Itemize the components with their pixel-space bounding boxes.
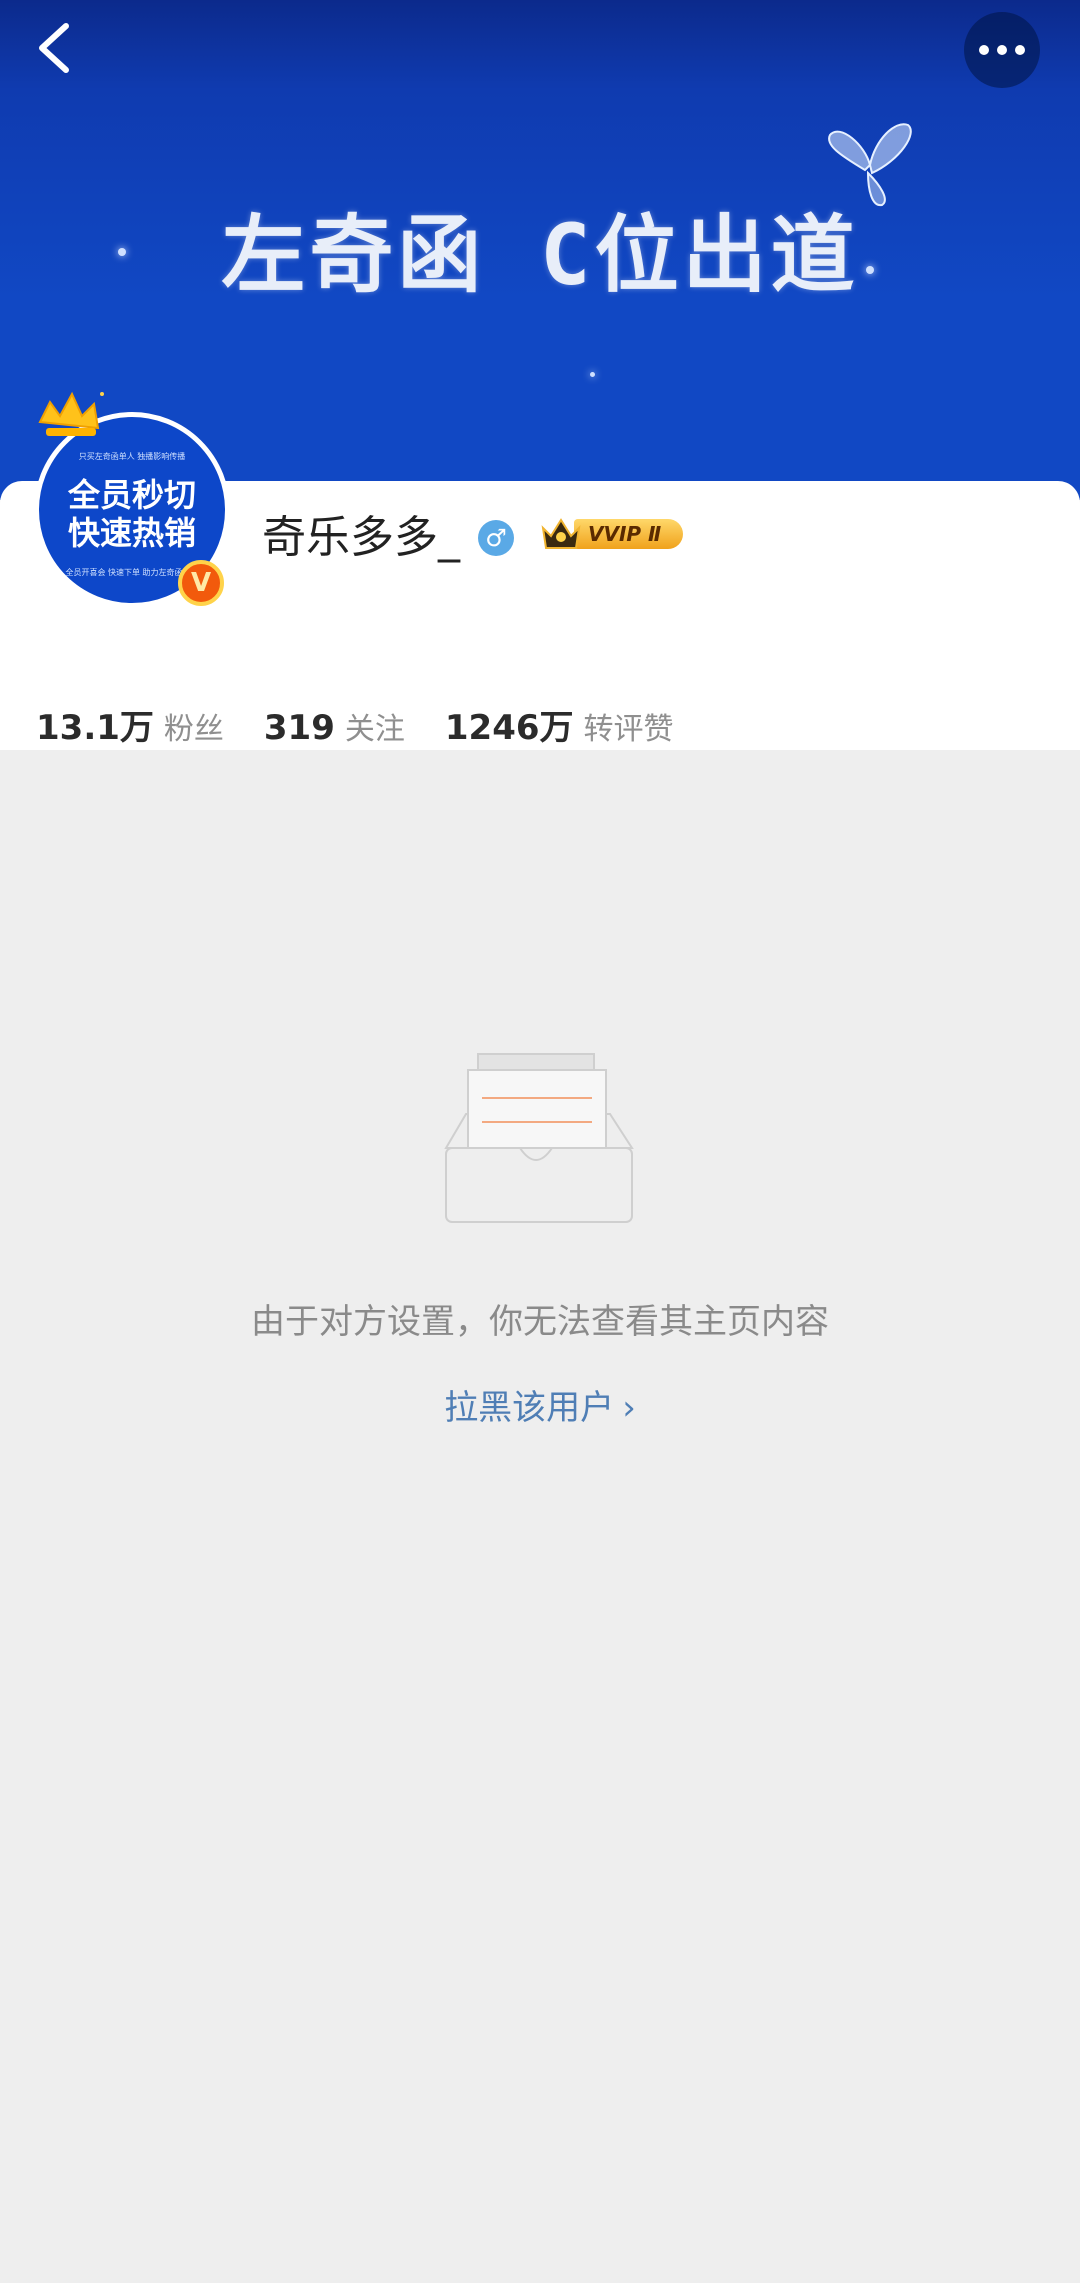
more-button[interactable] (964, 12, 1040, 88)
username: 奇乐多多_ (262, 512, 460, 563)
avatar-container[interactable]: 只买左奇函单人 独播影响传播 全员秒切 快速热销 全员开喜会 快速下单 助力左奇… (30, 388, 240, 608)
more-dots-icon (979, 45, 1025, 55)
vvip-crown-icon (541, 518, 581, 549)
block-user-label[interactable]: 拉黑该用户 (444, 1388, 614, 1428)
avatar-small-text: 只买左奇函单人 独播影响传播 (78, 452, 186, 461)
empty-inbox-icon (444, 1053, 634, 1223)
profile-stats: 13.1万 粉丝 319 关注 1246万 转评赞 (36, 700, 714, 749)
interactions-count: 1246万 (444, 708, 574, 748)
following-count[interactable]: 319 (264, 708, 335, 748)
verified-badge: V (178, 560, 224, 606)
avatar-text-line2: 快速热销 (67, 514, 196, 552)
followers-count[interactable]: 13.1万 (36, 700, 154, 749)
chevron-left-icon (39, 23, 69, 73)
gender-male-icon: ♂ (478, 520, 514, 556)
crown-icon (38, 391, 104, 436)
back-button[interactable] (24, 18, 84, 78)
banner-star (590, 372, 595, 377)
followers-label[interactable]: 粉丝 (164, 704, 224, 748)
chevron-right-icon: › (622, 1388, 636, 1428)
vvip-label: VVIP Ⅱ (574, 519, 684, 549)
block-user-link[interactable]: 拉黑该用户 › (0, 1380, 1080, 1429)
vvip-badge[interactable]: VVIP Ⅱ (540, 516, 684, 552)
interactions-label: 转评赞 (583, 712, 674, 747)
following-label[interactable]: 关注 (345, 704, 405, 748)
butterfly-icon (828, 123, 912, 207)
avatar-text-line1: 全员秒切 (67, 476, 196, 514)
empty-state-message: 由于对方设置，你无法查看其主页内容 (251, 1302, 829, 1342)
